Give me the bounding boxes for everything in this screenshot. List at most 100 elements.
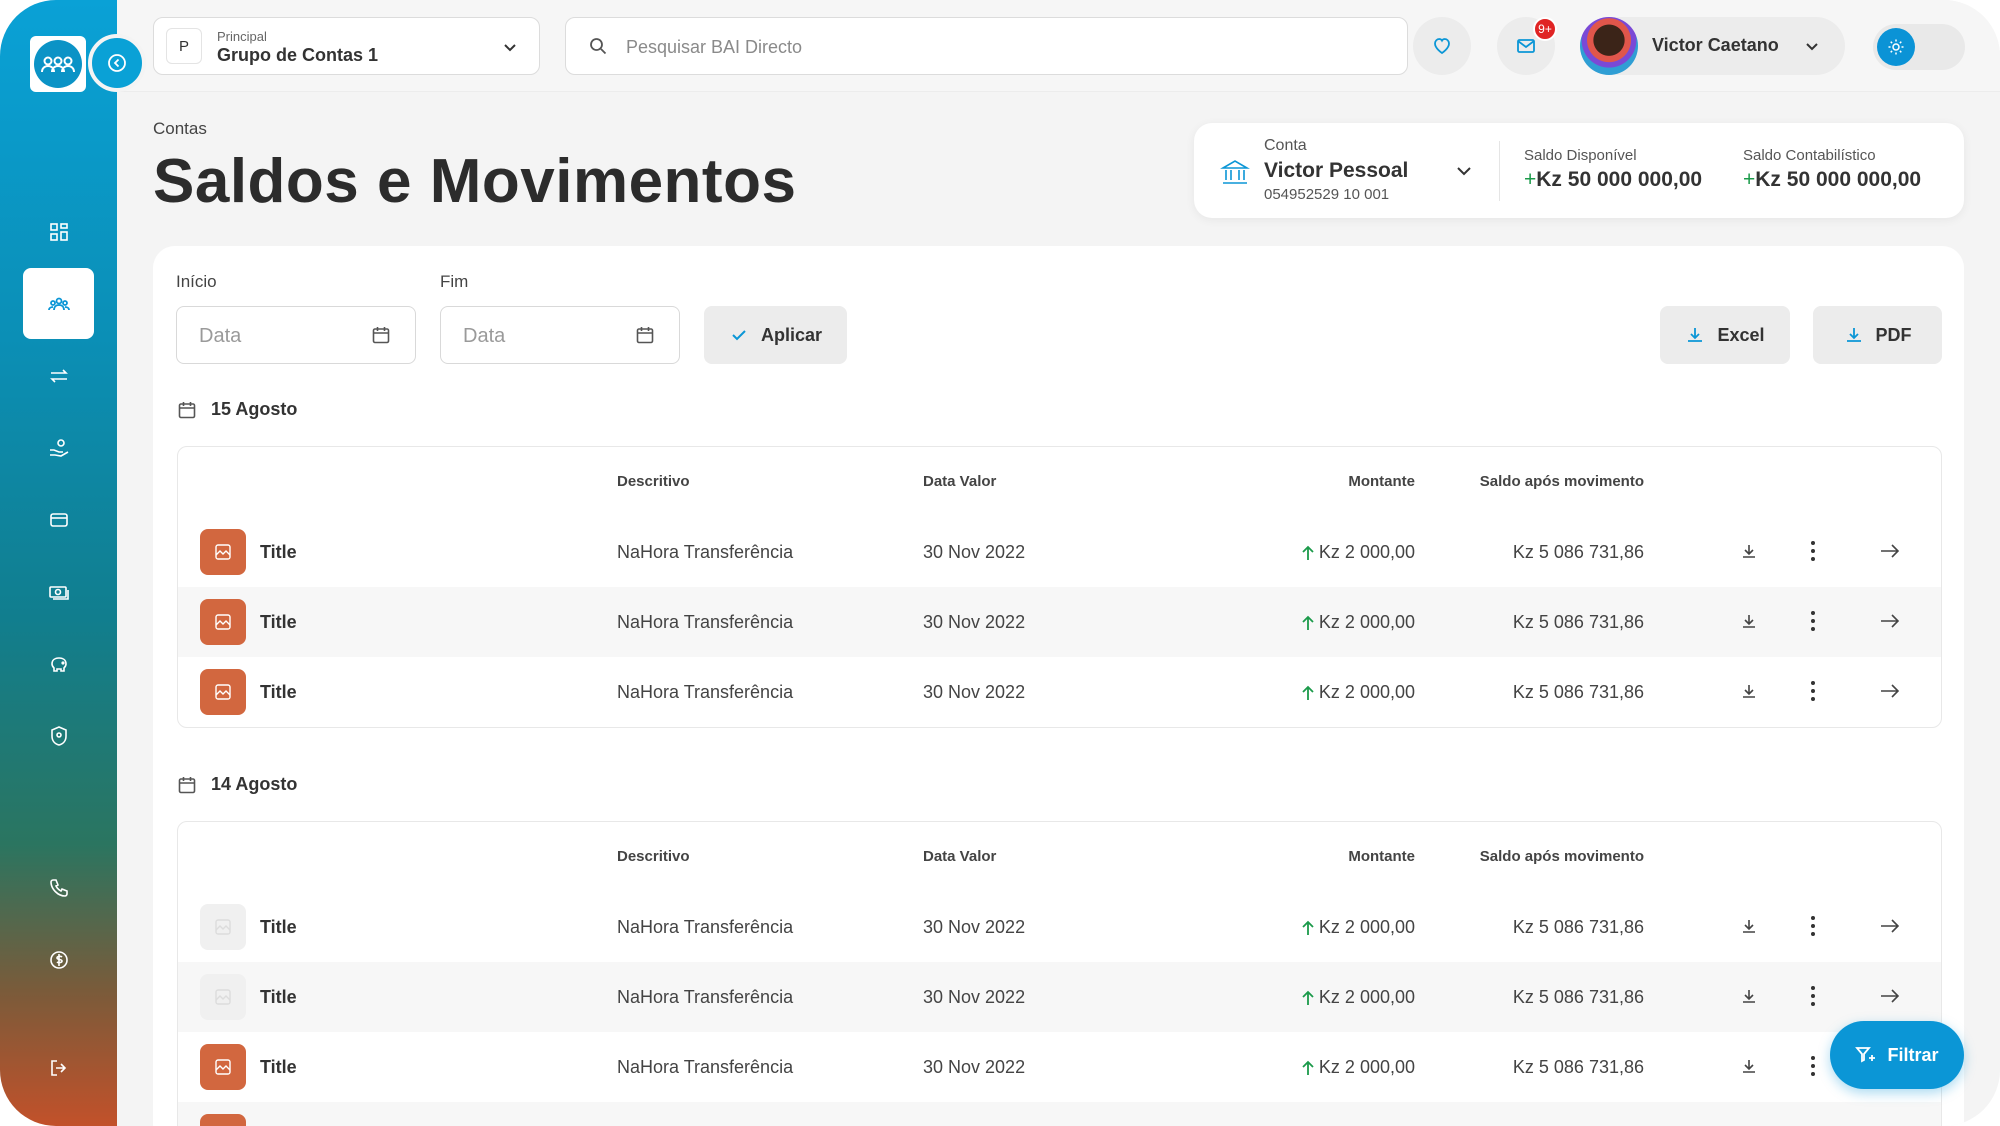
phone-icon <box>49 878 68 897</box>
sidebar-item-currency[interactable] <box>23 924 94 995</box>
table-row[interactable]: Title NaHora Transferência 30 Nov 2022 K… <box>178 892 1941 962</box>
accounting-balance: Saldo Contabilístico +Kz 50 000 000,00 <box>1743 147 1921 192</box>
logout-button[interactable] <box>23 1032 94 1103</box>
hand-coin-icon <box>49 438 68 457</box>
arrow-right-icon[interactable] <box>1879 611 1901 631</box>
row-value-date: 30 Nov 2022 <box>923 917 1026 937</box>
download-icon[interactable] <box>1739 681 1759 701</box>
accounting-balance-value: Kz 50 000 000,00 <box>1755 168 1922 191</box>
date-group-label: 14 Agosto <box>211 774 298 794</box>
sidebar-item-payments[interactable] <box>23 412 94 483</box>
arrow-right-icon[interactable] <box>1879 986 1901 1006</box>
calendar-icon[interactable] <box>635 325 655 345</box>
start-date-field[interactable] <box>176 306 416 364</box>
download-icon[interactable] <box>1739 541 1759 561</box>
export-pdf-button[interactable]: PDF <box>1813 306 1942 364</box>
row-value-date: 30 Nov 2022 <box>923 542 1026 562</box>
arrow-up-icon <box>1302 545 1314 560</box>
table-row[interactable]: Title NaHora Transferência 30 Nov 2022 K… <box>178 587 1941 657</box>
table-row[interactable]: Title NaHora Transferência 30 Nov 2022 K… <box>178 962 1941 1032</box>
arrow-right-icon[interactable] <box>1879 541 1901 561</box>
download-icon[interactable] <box>1739 611 1759 631</box>
row-amount: Kz 2 000,00 <box>1301 917 1415 938</box>
download-icon <box>1688 328 1703 342</box>
more-vertical-icon[interactable] <box>1810 609 1816 633</box>
sidebar-item-dashboard[interactable] <box>23 196 94 267</box>
more-vertical-icon[interactable] <box>1810 914 1816 938</box>
movements-table: Descritivo Data Valor Montante Saldo apó… <box>177 821 1942 1126</box>
column-header[interactable]: Saldo após movimento <box>1480 473 1644 490</box>
image-icon <box>200 529 246 575</box>
sidebar-item-accounts[interactable] <box>23 268 94 339</box>
export-excel-button[interactable]: Excel <box>1660 306 1790 364</box>
column-header[interactable]: Montante <box>1348 848 1415 865</box>
movements-table: Descritivo Data Valor Montante Saldo apó… <box>177 446 1942 728</box>
calendar-icon[interactable] <box>371 325 391 345</box>
sidebar-item-contact[interactable] <box>23 852 94 923</box>
theme-toggle[interactable] <box>1873 24 1965 70</box>
column-header[interactable]: Montante <box>1348 473 1415 490</box>
divider <box>1499 141 1500 201</box>
apply-button[interactable]: Aplicar <box>704 306 847 364</box>
column-header[interactable]: Data Valor <box>923 848 996 865</box>
amount-value: Kz 2 000,00 <box>1318 917 1415 937</box>
breadcrumb[interactable]: Contas <box>153 119 207 139</box>
column-header[interactable]: Data Valor <box>923 473 996 490</box>
table-header: Descritivo Data Valor Montante Saldo apó… <box>178 447 1941 517</box>
download-icon[interactable] <box>1739 916 1759 936</box>
excel-label: Excel <box>1717 324 1765 345</box>
row-title: Title <box>260 542 297 562</box>
calendar-icon <box>178 776 196 793</box>
column-header[interactable]: Saldo após movimento <box>1480 848 1644 865</box>
table-row[interactable]: Title NaHora Transferência 30 Nov 2022 K… <box>178 517 1941 587</box>
sidebar-item-cards[interactable] <box>23 484 94 555</box>
sidebar-item-savings[interactable] <box>23 628 94 699</box>
column-header[interactable]: Descritivo <box>617 473 690 490</box>
account-select-chevron-icon[interactable] <box>1454 161 1474 181</box>
search-bar[interactable] <box>565 17 1408 75</box>
available-balance: Saldo Disponível +Kz 50 000 000,00 <box>1524 147 1702 192</box>
row-title: Title <box>260 1057 297 1077</box>
filter-plus-icon <box>1855 1047 1876 1063</box>
download-icon[interactable] <box>1739 986 1759 1006</box>
start-date-input[interactable] <box>199 321 349 351</box>
end-date-field[interactable] <box>440 306 680 364</box>
more-vertical-icon[interactable] <box>1810 984 1816 1008</box>
app-frame: P Principal Grupo de Contas 1 9+ Victor … <box>0 0 2000 1126</box>
download-icon[interactable] <box>1739 1056 1759 1076</box>
arrow-up-icon <box>1302 990 1314 1005</box>
account-name: Victor Pessoal <box>1264 159 1409 182</box>
mail-icon <box>1517 39 1535 53</box>
dollar-circle-icon <box>49 950 68 969</box>
favorites-button[interactable] <box>1413 17 1471 75</box>
app-logo[interactable] <box>30 36 86 92</box>
row-amount: Kz 2 000,00 <box>1301 612 1415 633</box>
user-menu[interactable]: Victor Caetano <box>1580 17 1845 75</box>
sidebar-item-security[interactable] <box>23 700 94 771</box>
sun-icon <box>1877 28 1915 66</box>
search-input[interactable] <box>626 32 1366 62</box>
column-header[interactable]: Descritivo <box>617 848 690 865</box>
table-row[interactable]: Title NaHora Transferência 30 Nov 2022 K… <box>178 657 1941 727</box>
row-amount: Kz 2 000,00 <box>1301 542 1415 563</box>
row-value-date: 30 Nov 2022 <box>923 612 1026 632</box>
arrow-right-icon[interactable] <box>1879 916 1901 936</box>
more-vertical-icon[interactable] <box>1810 1054 1816 1078</box>
plus-sign: + <box>1524 168 1537 191</box>
avatar <box>1580 17 1638 75</box>
account-group-select[interactable]: P Principal Grupo de Contas 1 <box>153 17 540 75</box>
account-label: Conta <box>1264 137 1307 154</box>
sidebar-item-transfers[interactable] <box>23 340 94 411</box>
row-title: Title <box>260 682 297 702</box>
table-row[interactable]: Title NaHora Transferência 30 Nov 2022 K… <box>178 1032 1941 1102</box>
row-value-date: 30 Nov 2022 <box>923 1057 1026 1077</box>
image-icon <box>200 1114 246 1126</box>
more-vertical-icon[interactable] <box>1810 679 1816 703</box>
arrow-right-icon[interactable] <box>1879 681 1901 701</box>
more-vertical-icon[interactable] <box>1810 539 1816 563</box>
collapse-sidebar-button[interactable] <box>88 34 146 92</box>
sidebar-item-cash[interactable] <box>23 556 94 627</box>
end-date-input[interactable] <box>463 321 613 351</box>
filter-fab-button[interactable]: Filtrar <box>1830 1021 1964 1089</box>
row-description: NaHora Transferência <box>617 682 794 702</box>
